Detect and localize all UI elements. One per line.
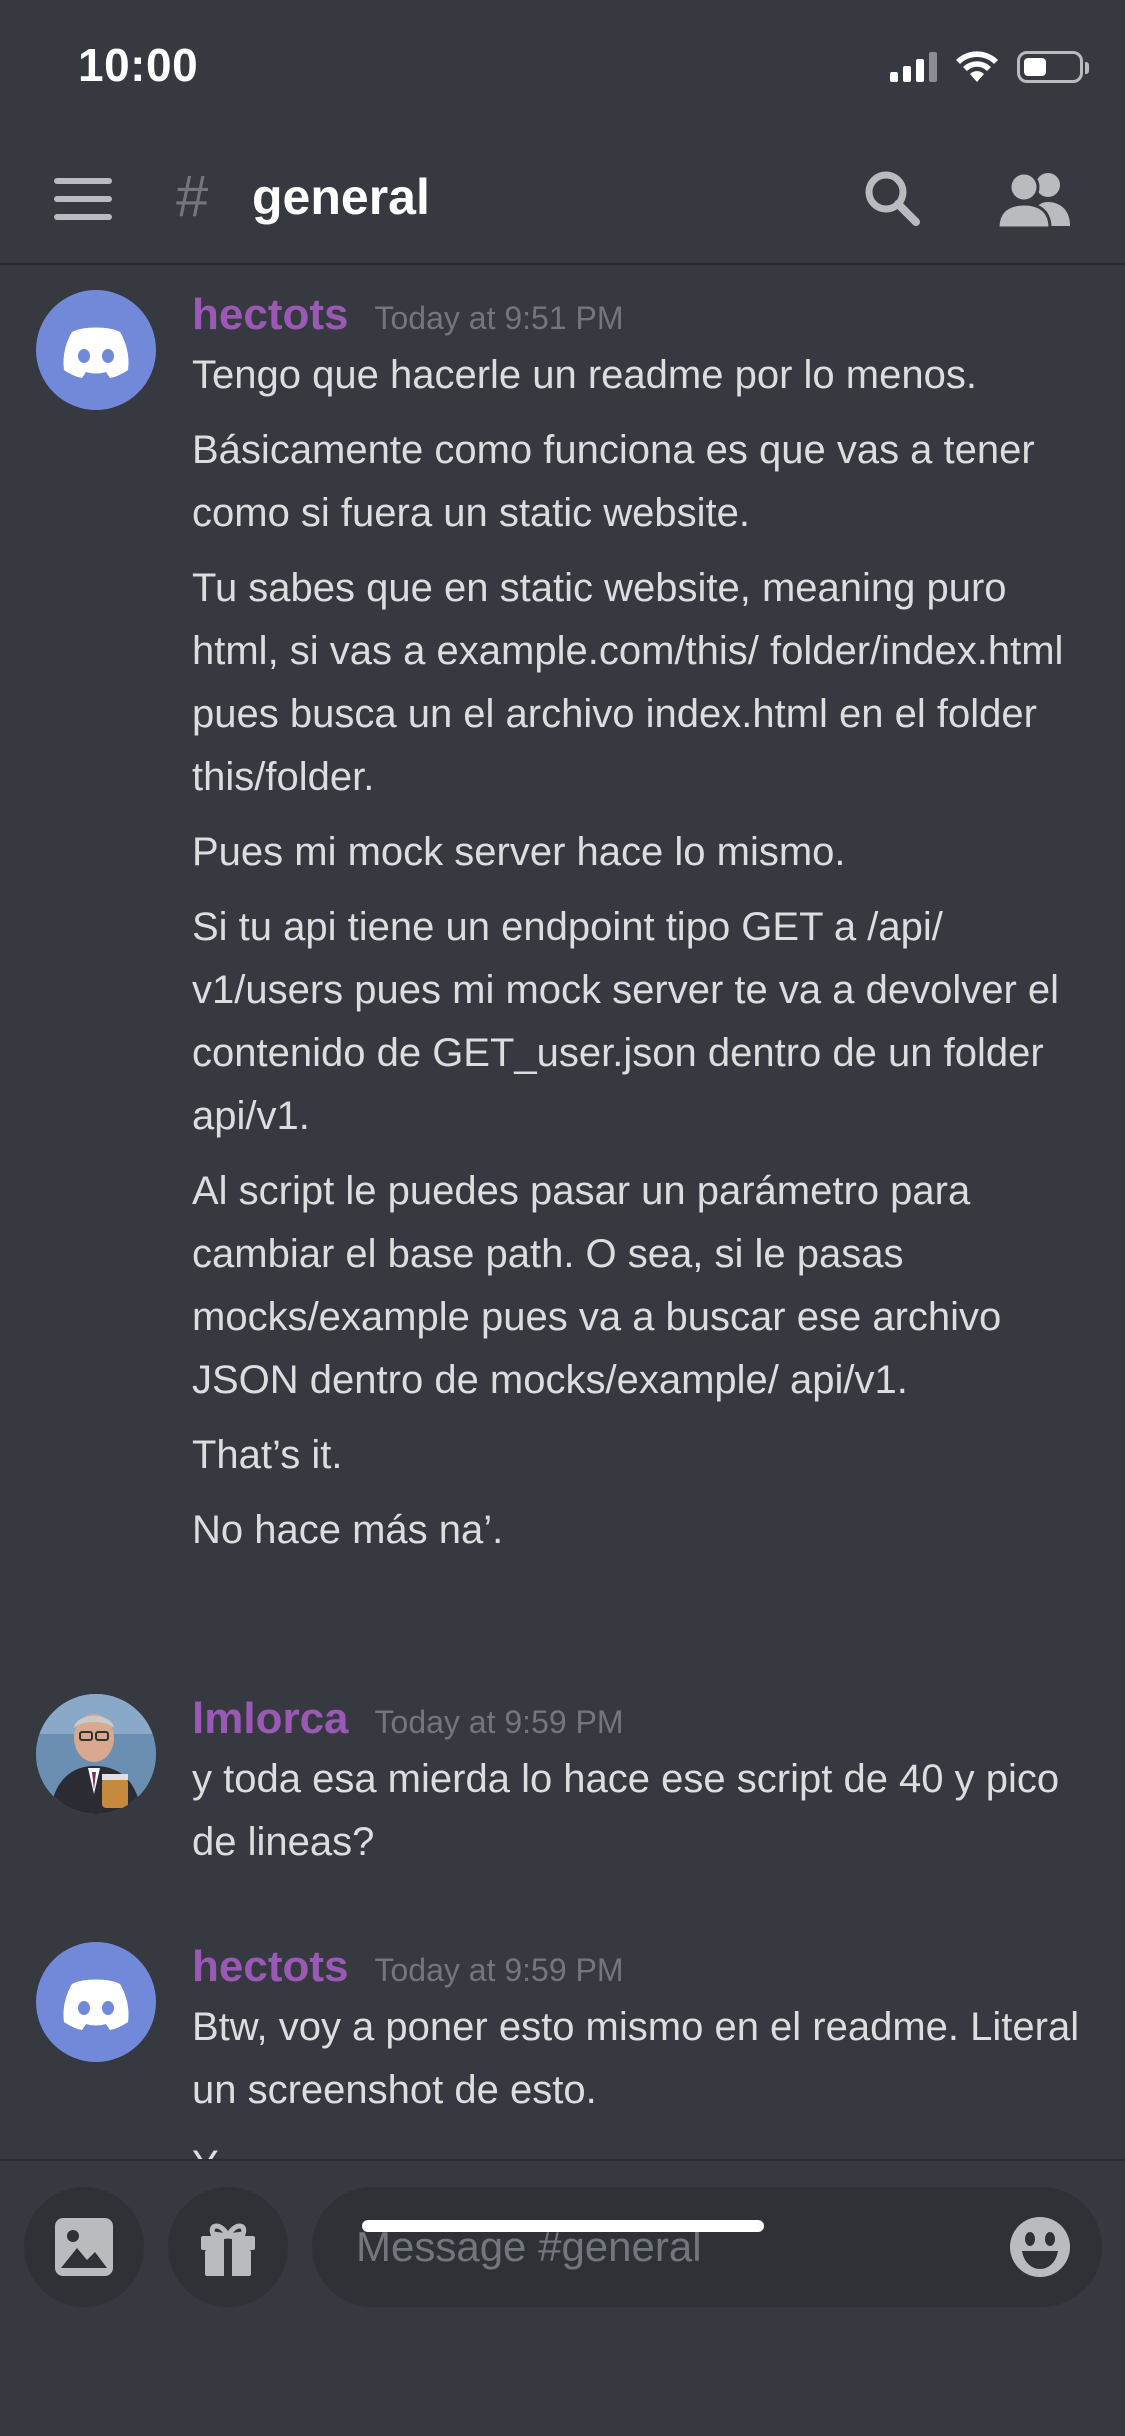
message-body: y toda esa mierda lo hace ese script de … <box>192 1748 1092 1886</box>
user-photo-avatar[interactable] <box>36 1694 156 1814</box>
discord-logo-icon[interactable] <box>36 1942 156 2062</box>
gift-button[interactable] <box>168 2187 288 2307</box>
username[interactable]: hectots <box>192 1942 348 1992</box>
search-icon[interactable] <box>862 168 922 228</box>
message-text: Tengo que hacerle un readme por lo menos… <box>192 353 977 397</box>
message-header: hectots Today at 9:51 PM <box>192 290 624 340</box>
message-header: hectots Today at 9:59 PM <box>192 1942 624 1992</box>
status-time: 10:00 <box>78 39 199 91</box>
home-indicator <box>362 2220 764 2232</box>
message-text: Al script le puedes pasar un parámetro p… <box>192 1169 1002 1402</box>
discord-logo-icon[interactable] <box>36 290 156 410</box>
image-icon <box>55 2218 113 2276</box>
message-text: Si tu api tiene un endpoint tipo GET a /… <box>192 905 1060 1138</box>
timestamp: Today at 9:51 PM <box>374 300 624 336</box>
username[interactable]: hectots <box>192 290 348 340</box>
cellular-signal-icon <box>890 52 937 82</box>
username[interactable]: lmlorca <box>192 1694 349 1744</box>
message-text: That’s it. <box>192 1433 343 1477</box>
attach-image-button[interactable] <box>24 2187 144 2307</box>
message-text: Básicamente como funciona es que vas a t… <box>192 428 1035 535</box>
message-body: Tengo que hacerle un readme por lo menos… <box>192 344 1092 1574</box>
message-composer: Message #general <box>0 2161 1125 2436</box>
battery-icon <box>1017 51 1089 83</box>
message-text: No hace más na’. <box>192 1508 504 1552</box>
status-icons <box>890 50 1089 84</box>
gift-icon <box>201 2223 255 2276</box>
members-icon[interactable] <box>996 168 1072 228</box>
top-bar: 10:00 # general <box>0 0 1125 265</box>
channel-title: general <box>252 169 430 225</box>
message-text: y toda esa mierda lo hace ese script de … <box>192 1757 1060 1864</box>
channel-hash-icon: # <box>176 164 209 229</box>
message-text: Pues mi mock server hace lo mismo. <box>192 830 846 874</box>
hamburger-menu-icon[interactable] <box>54 178 112 220</box>
message-body: Btw, voy a poner esto mismo en el readme… <box>192 1996 1092 2159</box>
wifi-icon <box>956 51 998 82</box>
message-text: Tu sabes que en static website, meaning … <box>192 566 1064 799</box>
timestamp: Today at 9:59 PM <box>374 1952 624 1988</box>
message-input[interactable]: Message #general <box>312 2187 1102 2307</box>
timestamp: Today at 9:59 PM <box>374 1704 624 1740</box>
message-text: Btw, voy a poner esto mismo en el readme… <box>192 2005 1080 2112</box>
message-text: Y <box>192 2134 1092 2159</box>
message-list[interactable]: hectots Today at 9:51 PM Tengo que hacer… <box>0 267 1125 2159</box>
emoji-icon[interactable] <box>1008 2215 1072 2279</box>
message-header: lmlorca Today at 9:59 PM <box>192 1694 624 1744</box>
